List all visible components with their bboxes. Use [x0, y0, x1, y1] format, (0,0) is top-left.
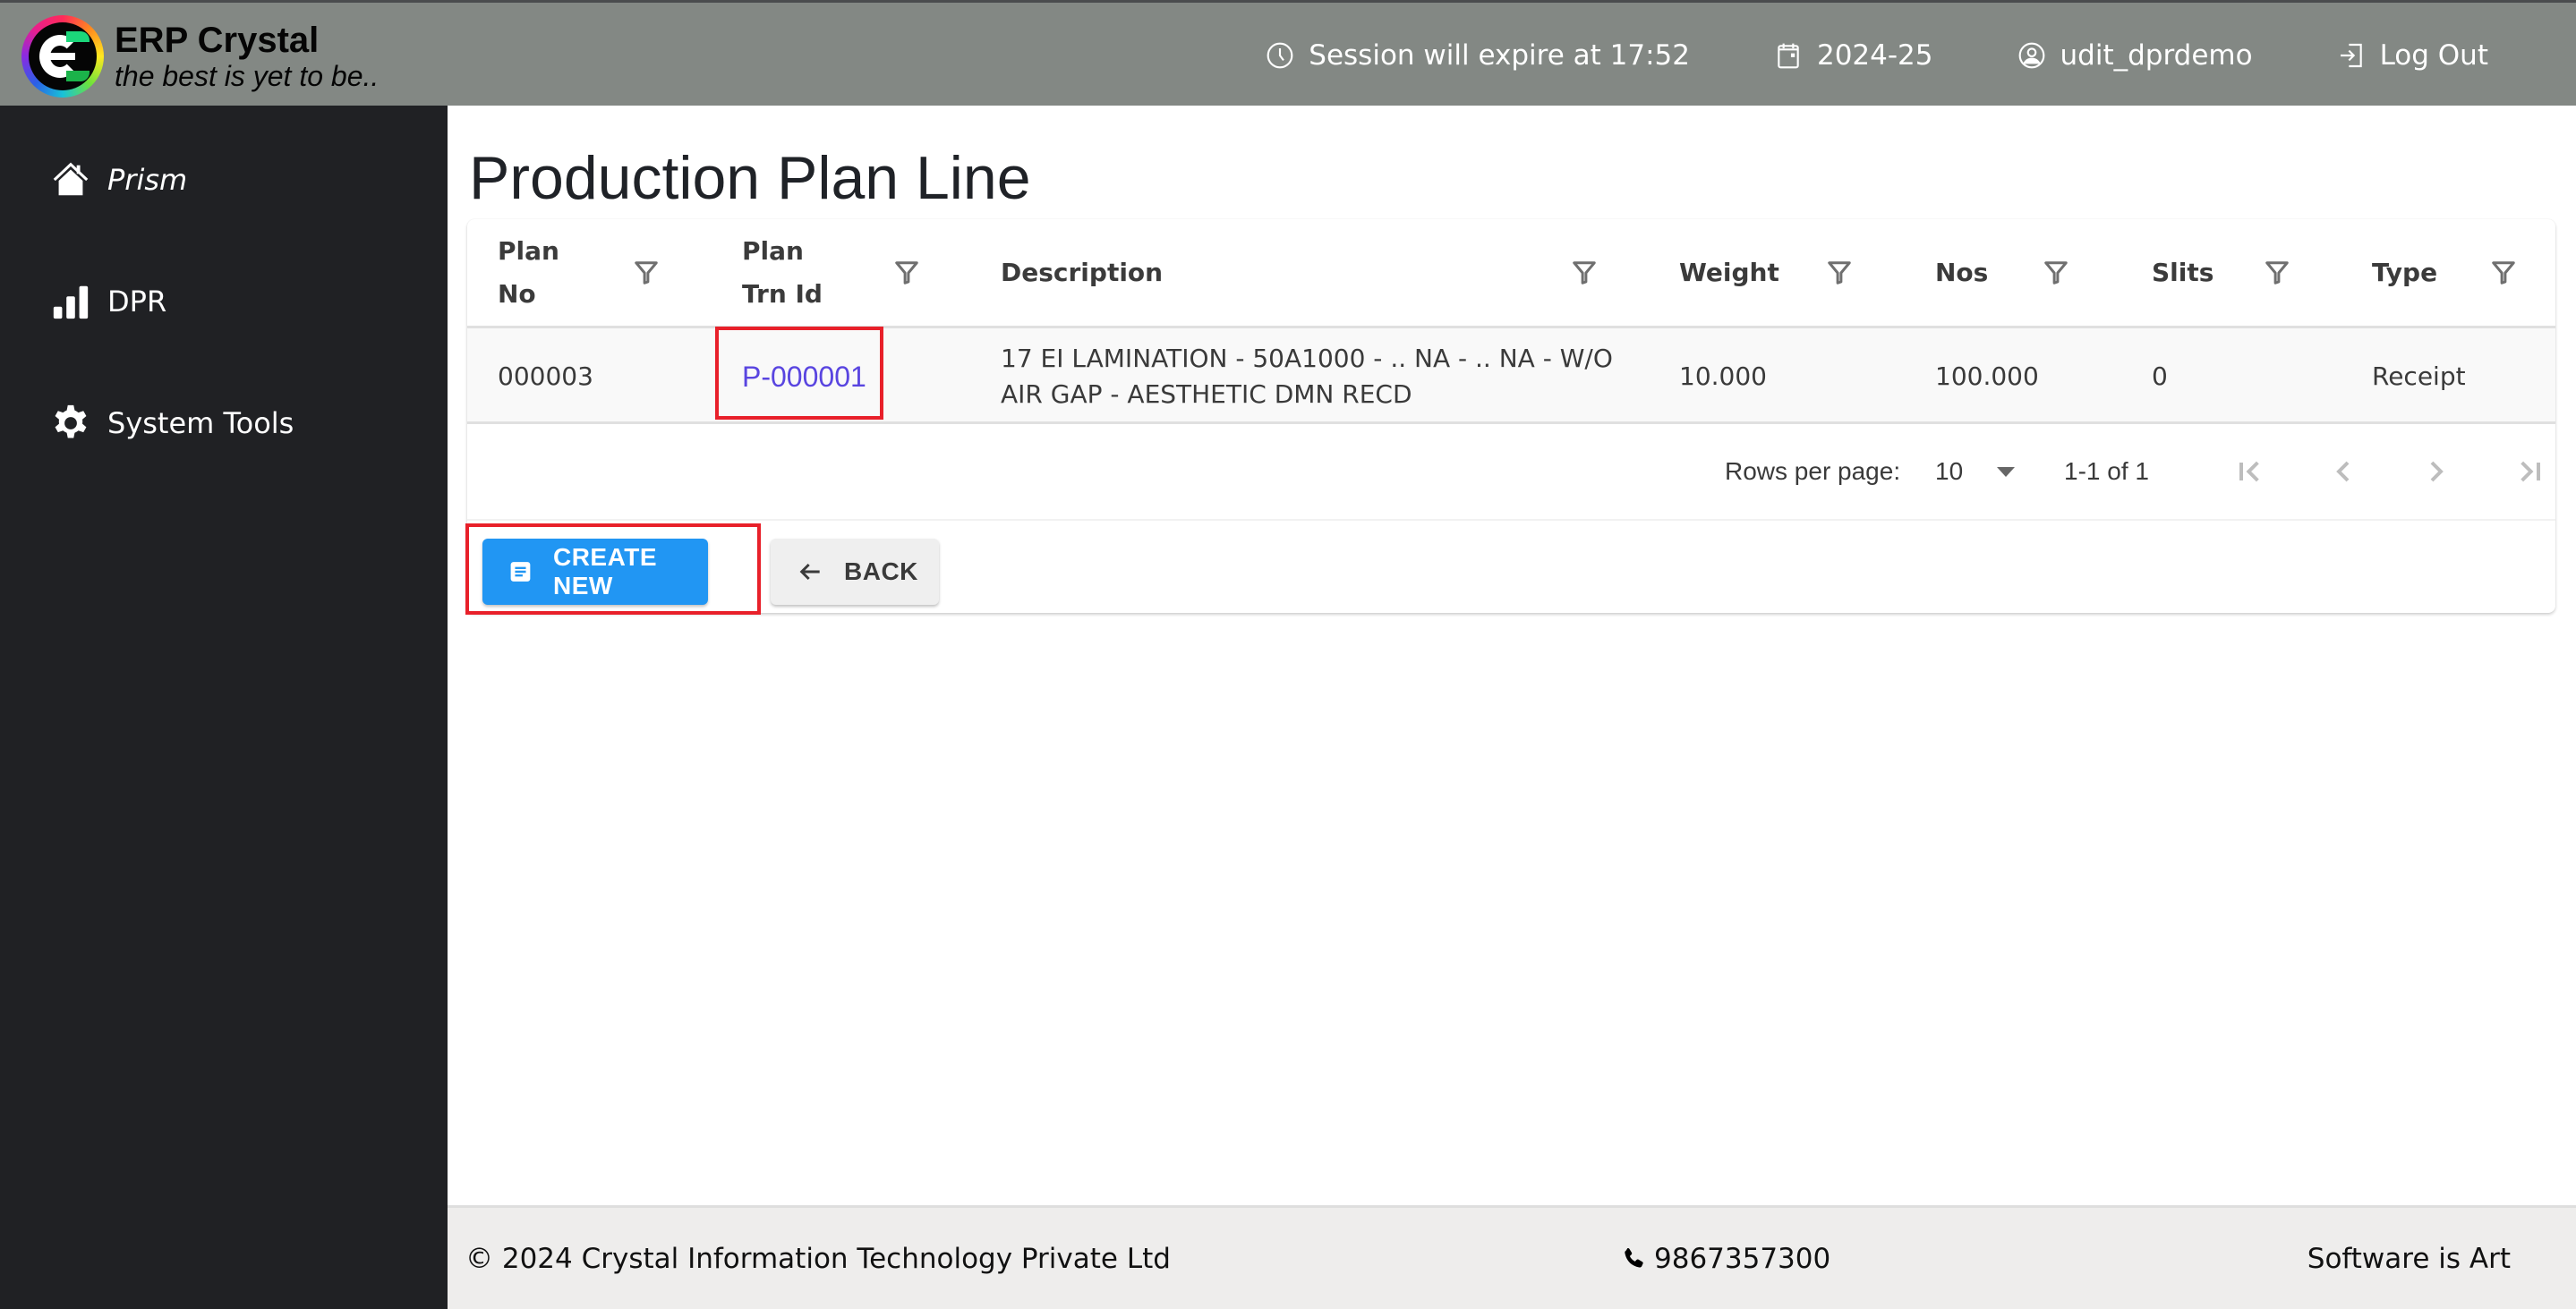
last-page-button[interactable] [2508, 450, 2551, 493]
column-header-label: Type [2372, 257, 2438, 287]
column-header-label: Slits [2152, 257, 2214, 287]
user-circle-icon [2018, 42, 2044, 69]
footer-phone-number: 9867357300 [1654, 1242, 1831, 1275]
session-expiry-text: Session will expire at 17:52 [1309, 39, 1690, 72]
previous-page-button[interactable] [2322, 450, 2365, 493]
cell-description: 17 EI LAMINATION - 50A1000 - .. NA - .. … [1001, 343, 1613, 409]
session-expiry: Session will expire at 17:52 [1266, 39, 1690, 72]
fiscal-year-text: 2024-25 [1816, 39, 1933, 72]
logout-text: Log Out [2379, 39, 2488, 72]
create-new-label: CREATE NEW [552, 543, 658, 599]
filter-icon-nos[interactable] [2043, 259, 2069, 287]
chevron-right-icon [2430, 461, 2444, 482]
column-header-label: Plan [498, 235, 559, 266]
clock-icon [1267, 42, 1293, 69]
filter-icon-plan-no[interactable] [633, 259, 660, 287]
bar-chart-icon [53, 285, 89, 319]
sidebar-item-system-tools[interactable]: System Tools [50, 403, 294, 444]
document-icon [510, 562, 531, 582]
column-header-type[interactable]: Type [2372, 219, 2479, 326]
filter-icon-type[interactable] [2490, 259, 2517, 287]
filter-icon-weight[interactable] [1826, 259, 1853, 287]
back-button[interactable]: BACK [771, 539, 939, 605]
pagination-range: 1-1 of 1 [2064, 457, 2149, 485]
filter-icon-description[interactable] [1571, 259, 1598, 287]
next-page-button[interactable] [2415, 450, 2458, 493]
column-header-label: No [498, 278, 536, 309]
top-header: ERP Crystal the best is yet to be.. Sess… [0, 0, 2576, 106]
home-icon [53, 162, 89, 196]
footer-phone[interactable]: 9867357300 [1620, 1243, 1830, 1275]
fiscal-year[interactable]: 2024-25 [1774, 39, 1933, 72]
dropdown-caret-icon [1997, 466, 2016, 477]
production-plan-line-card: Plan No Plan Trn Id Description Weight N… [465, 219, 2555, 615]
column-header-label: Trn Id [742, 278, 823, 309]
column-header-plan-trn-id[interactable]: Plan Trn Id [742, 219, 858, 326]
page-title: Production Plan Line [469, 144, 1031, 212]
column-header-plan-no[interactable]: Plan No [498, 219, 605, 326]
table-header-row: Plan No Plan Trn Id Description Weight N… [467, 219, 2555, 328]
sidebar-item-label: DPR [107, 285, 167, 319]
sidebar-item-label: Prism [107, 163, 188, 197]
gear-icon [55, 404, 87, 438]
header-actions: Session will expire at 17:52 2024-25 udi… [1266, 3, 2576, 108]
column-header-label: Nos [1935, 257, 1989, 287]
footer: © 2024 Crystal Information Technology Pr… [448, 1205, 2576, 1309]
filter-icon-slits[interactable] [2264, 259, 2290, 287]
back-label: BACK [844, 557, 918, 585]
last-page-icon [2521, 461, 2540, 482]
column-header-label: Plan [742, 235, 804, 266]
app-tagline: the best is yet to be.. [115, 60, 380, 92]
cell-slits: 0 [2152, 361, 2168, 391]
phone-icon [1625, 1247, 1643, 1268]
brand[interactable]: ERP Crystal the best is yet to be.. [21, 15, 379, 98]
column-header-label: Description [1001, 257, 1164, 287]
column-header-slits[interactable]: Slits [2152, 219, 2259, 326]
column-header-weight[interactable]: Weight [1679, 219, 1822, 326]
create-new-button[interactable]: CREATE NEW [482, 539, 708, 605]
column-header-label: Weight [1679, 257, 1779, 287]
filter-icon-plan-trn-id[interactable] [893, 259, 920, 287]
sidebar-item-prism[interactable]: Prism [50, 159, 187, 200]
rows-per-page-label: Rows per page: [1725, 457, 1901, 485]
cell-type: Receipt [2372, 361, 2466, 391]
column-header-description[interactable]: Description [1001, 219, 1269, 326]
column-header-nos[interactable]: Nos [1935, 219, 2043, 326]
table-row[interactable]: 000003 P-000001 17 EI LAMINATION - 50A10… [467, 327, 2555, 424]
user-profile[interactable]: udit_dprdemo [2017, 39, 2253, 72]
erp-crystal-logo [21, 15, 104, 98]
app-name: ERP Crystal [115, 21, 320, 60]
logout-button[interactable]: Log Out [2337, 39, 2488, 72]
cell-plan-no: 000003 [498, 361, 593, 391]
arrow-left-icon [799, 563, 820, 581]
table-pagination: Rows per page: 10 1-1 of 1 [467, 427, 2555, 516]
rows-per-page-select[interactable]: 10 [1935, 457, 2016, 486]
username-text: udit_dprdemo [2060, 39, 2253, 72]
sidebar-item-label: System Tools [107, 406, 294, 440]
plan-trn-id-link[interactable]: P-000001 [742, 359, 866, 395]
footer-copyright: © 2024 Crystal Information Technology Pr… [465, 1242, 1171, 1275]
rows-per-page-value: 10 [1935, 457, 1964, 485]
logout-icon [2340, 43, 2362, 68]
calendar-icon [1778, 43, 1799, 69]
action-bar: CREATE NEW BACK [465, 519, 2555, 615]
sidebar-item-dpr[interactable]: DPR [50, 281, 166, 322]
sidebar: Prism DPR System Tools [0, 106, 448, 1309]
first-page-icon [2239, 461, 2259, 482]
cell-plan-trn-id: P-000001 [742, 328, 866, 424]
chevron-left-icon [2336, 461, 2350, 482]
cell-nos: 100.000 [1935, 361, 2039, 391]
footer-slogan: Software is Art [2307, 1242, 2511, 1275]
cell-weight: 10.000 [1679, 361, 1767, 391]
first-page-button[interactable] [2229, 450, 2272, 493]
